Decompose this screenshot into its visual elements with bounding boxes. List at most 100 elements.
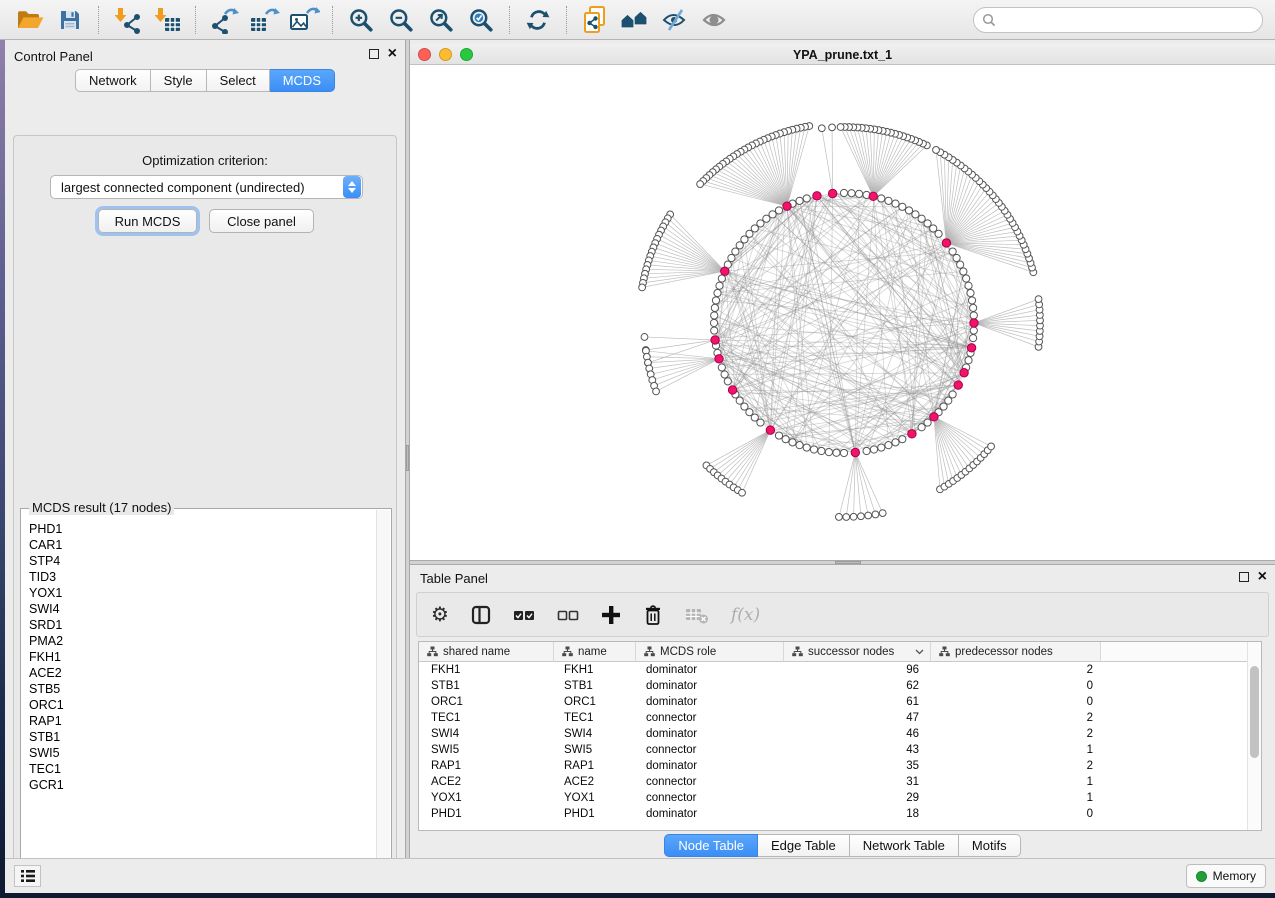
network-node[interactable] <box>803 444 810 451</box>
mcds-result-node[interactable]: SWI4 <box>29 601 376 617</box>
network-edge[interactable] <box>663 226 725 271</box>
tab-network[interactable]: Network <box>75 69 151 92</box>
table-row[interactable]: RAP1RAP1dominator352 <box>419 758 1247 774</box>
network-edge[interactable] <box>974 304 1039 323</box>
run-mcds-button[interactable]: Run MCDS <box>98 209 197 233</box>
network-node[interactable] <box>878 195 885 202</box>
first-neighbors-icon[interactable] <box>618 4 652 36</box>
network-edge[interactable] <box>725 430 770 481</box>
network-node[interactable] <box>924 419 931 426</box>
network-node[interactable] <box>905 207 912 214</box>
save-session-icon[interactable] <box>53 4 87 36</box>
table-scrollbar[interactable] <box>1247 642 1261 830</box>
network-node-mcds[interactable] <box>715 355 723 363</box>
network-edge[interactable] <box>974 323 1039 342</box>
network-node[interactable] <box>712 297 719 304</box>
network-node[interactable] <box>818 447 825 454</box>
export-image-icon[interactable] <box>287 4 321 36</box>
add-column-icon[interactable] <box>601 605 621 625</box>
network-node[interactable] <box>965 357 972 364</box>
mcds-result-node[interactable]: STB5 <box>29 681 376 697</box>
network-window-titlebar[interactable]: YPA_prune.txt_1 <box>410 44 1275 65</box>
network-edge[interactable] <box>729 430 770 484</box>
deselect-all-rows-icon[interactable] <box>557 608 579 622</box>
close-panel-icon[interactable]: × <box>1258 572 1267 582</box>
network-node[interactable] <box>912 211 919 218</box>
network-node[interactable] <box>829 124 836 131</box>
network-node[interactable] <box>1035 296 1042 303</box>
network-node[interactable] <box>960 268 967 275</box>
network-node[interactable] <box>833 449 840 456</box>
network-node[interactable] <box>863 447 870 454</box>
network-edge[interactable] <box>654 359 719 386</box>
column-header-shared-name[interactable]: shared name <box>419 642 554 662</box>
import-network-icon[interactable] <box>110 4 144 36</box>
mcds-result-node[interactable]: TEC1 <box>29 761 376 777</box>
network-node-mcds[interactable] <box>908 430 916 438</box>
table-row[interactable]: SWI5SWI5connector431 <box>419 742 1247 758</box>
search-input[interactable] <box>1001 10 1262 30</box>
network-edge[interactable] <box>650 256 725 271</box>
network-node[interactable] <box>967 289 974 296</box>
column-header-name[interactable]: name <box>554 642 636 662</box>
network-node[interactable] <box>716 282 723 289</box>
network-edge[interactable] <box>787 128 801 206</box>
network-node[interactable] <box>837 124 844 131</box>
network-node-mcds[interactable] <box>783 202 791 210</box>
network-node[interactable] <box>878 444 885 451</box>
network-node[interactable] <box>899 436 906 443</box>
mcds-result-node[interactable]: PHD1 <box>29 521 376 537</box>
network-node[interactable] <box>949 391 956 398</box>
float-panel-icon[interactable] <box>369 49 379 59</box>
network-node[interactable] <box>724 378 731 385</box>
network-node[interactable] <box>775 207 782 214</box>
mcds-result-node[interactable]: PMA2 <box>29 633 376 649</box>
zoom-selected-icon[interactable] <box>464 4 498 36</box>
network-edge[interactable] <box>841 127 874 196</box>
network-edge[interactable] <box>659 235 725 272</box>
task-history-icon[interactable] <box>14 865 41 887</box>
network-node[interactable] <box>892 200 899 207</box>
float-panel-icon[interactable] <box>1239 572 1249 582</box>
network-node-mcds[interactable] <box>954 381 962 389</box>
mcds-result-node[interactable]: ORC1 <box>29 697 376 713</box>
network-node-mcds[interactable] <box>766 426 774 434</box>
network-node[interactable] <box>949 248 956 255</box>
network-edge[interactable] <box>822 128 833 193</box>
network-edge[interactable] <box>839 453 855 517</box>
network-node[interactable] <box>711 327 718 334</box>
network-node-mcds[interactable] <box>930 413 938 421</box>
network-edge[interactable] <box>734 430 771 487</box>
network-node[interactable] <box>843 514 850 521</box>
network-node-mcds[interactable] <box>828 189 836 197</box>
table-tab-network-table[interactable]: Network Table <box>850 834 959 857</box>
mcds-result-node[interactable]: YOX1 <box>29 585 376 601</box>
network-edge[interactable] <box>873 145 927 196</box>
network-node[interactable] <box>836 514 843 521</box>
network-node[interactable] <box>796 197 803 204</box>
network-node[interactable] <box>840 449 847 456</box>
network-node[interactable] <box>965 282 972 289</box>
network-node[interactable] <box>988 443 995 450</box>
network-node[interactable] <box>872 511 879 518</box>
network-edge[interactable] <box>934 417 969 469</box>
mcds-result-node[interactable]: STP4 <box>29 553 376 569</box>
network-node[interactable] <box>885 197 892 204</box>
network-node[interactable] <box>970 327 977 334</box>
new-network-from-selection-icon[interactable] <box>578 4 612 36</box>
network-edge[interactable] <box>644 337 715 340</box>
network-node[interactable] <box>732 248 739 255</box>
network-node[interactable] <box>641 334 648 341</box>
network-edge[interactable] <box>714 430 771 472</box>
network-node-mcds[interactable] <box>721 267 729 275</box>
network-node[interactable] <box>714 289 721 296</box>
network-edge[interactable] <box>656 359 719 392</box>
network-node[interactable] <box>789 439 796 446</box>
network-node-mcds[interactable] <box>813 192 821 200</box>
mcds-result-node[interactable]: TID3 <box>29 569 376 585</box>
network-node[interactable] <box>757 419 764 426</box>
network-edge[interactable] <box>655 243 725 271</box>
network-node[interactable] <box>840 189 847 196</box>
network-node[interactable] <box>818 125 825 132</box>
export-table-icon[interactable] <box>247 4 281 36</box>
